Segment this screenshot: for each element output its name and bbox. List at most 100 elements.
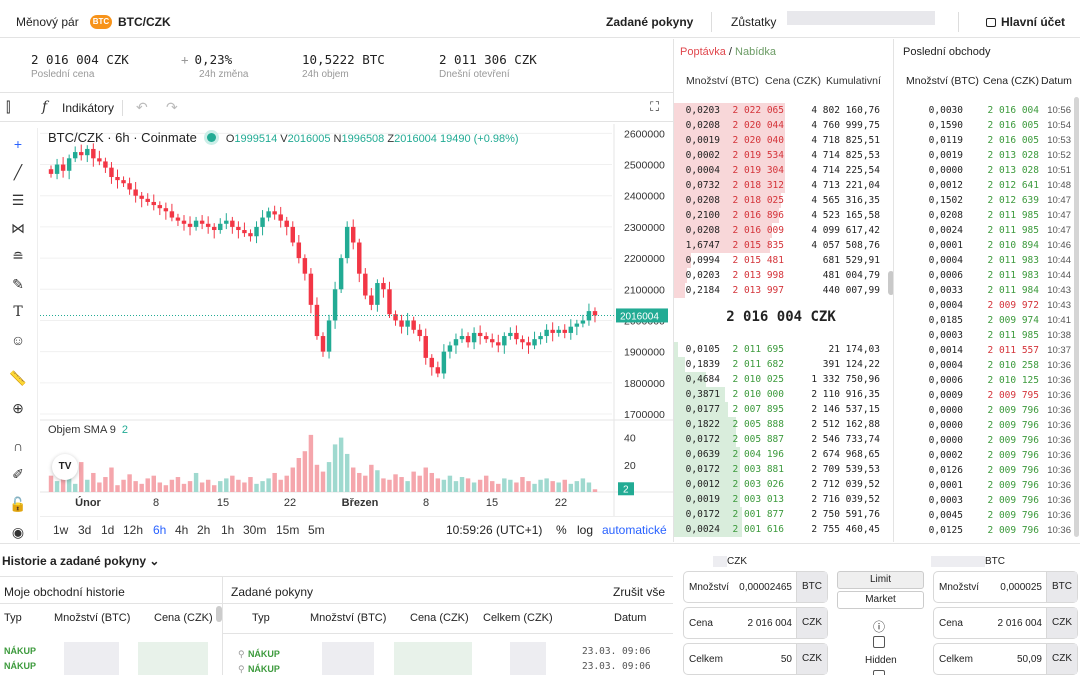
trend-line-icon[interactable]: ╱ xyxy=(8,162,28,182)
trade-row[interactable]: 0,0000 2 013 028 10:51 xyxy=(895,163,1075,178)
tradingview-logo[interactable]: TV xyxy=(52,454,78,480)
bid-row[interactable]: 0,0105 2 011 695 21 174,03 xyxy=(674,342,888,357)
ask-row[interactable]: 0,2100 2 016 896 4 523 165,58 xyxy=(674,208,888,223)
bid-row[interactable]: 0,1839 2 011 682 391 124,22 xyxy=(674,357,888,372)
indicators-button[interactable]: Indikátory xyxy=(62,101,114,115)
lock-icon[interactable]: 🔓 xyxy=(8,494,28,514)
trade-row[interactable]: 0,0012 2 012 641 10:48 xyxy=(895,178,1075,193)
history-dropdown[interactable]: Historie a zadané pokyny ⌄ xyxy=(2,554,159,568)
sell-qty-field[interactable]: Množství 0,000025 BTC xyxy=(933,571,1078,603)
trade-row[interactable]: 0,0045 2 009 796 10:36 xyxy=(895,508,1075,523)
trade-row[interactable]: 0,0014 2 011 557 10:37 xyxy=(895,343,1075,358)
emoji-icon[interactable]: ☺ xyxy=(8,330,28,350)
limit-order-button[interactable]: Limit xyxy=(837,571,924,589)
tf-2h[interactable]: 2h xyxy=(197,523,210,537)
order-row[interactable]: ⚲ NÁKUP xyxy=(238,661,280,675)
sell-price-field[interactable]: Cena 2 016 004 CZK xyxy=(933,607,1078,639)
trade-row[interactable]: 0,0004 2 010 258 10:36 xyxy=(895,358,1075,373)
trade-row[interactable]: 0,1502 2 012 639 10:47 xyxy=(895,193,1075,208)
orders-tab[interactable]: Zadané pokyny xyxy=(606,15,693,29)
bid-row[interactable]: 0,0639 2 004 196 2 674 968,65 xyxy=(674,447,888,462)
bid-row[interactable]: 0,0019 2 003 013 2 716 039,52 xyxy=(674,492,888,507)
fib-icon[interactable]: ≘ xyxy=(8,246,28,266)
bid-row[interactable]: 0,4684 2 010 025 1 332 750,96 xyxy=(674,372,888,387)
buy-price-field[interactable]: Cena 2 016 004 CZK xyxy=(683,607,828,639)
candle-type-icon[interactable]: ⫿ xyxy=(6,99,10,116)
tf-30m[interactable]: 30m xyxy=(243,523,266,537)
trade-row[interactable]: 0,0185 2 009 974 10:41 xyxy=(895,313,1075,328)
ruler-icon[interactable]: 📏 xyxy=(8,368,28,388)
option-checkbox[interactable] xyxy=(873,670,885,675)
trade-row[interactable]: 0,0004 2 009 972 10:43 xyxy=(895,298,1075,313)
trade-row[interactable]: 0,0001 2 009 796 10:36 xyxy=(895,478,1075,493)
indicators-icon[interactable]: f xyxy=(42,99,47,115)
hidden-checkbox[interactable] xyxy=(873,636,885,648)
trade-row[interactable]: 0,0000 2 009 796 10:36 xyxy=(895,403,1075,418)
bid-row[interactable]: 0,3871 2 010 000 2 110 916,35 xyxy=(674,387,888,402)
log-toggle[interactable]: log xyxy=(577,523,593,537)
pattern-icon[interactable]: ⋈ xyxy=(8,218,28,238)
asks-scrollbar[interactable] xyxy=(888,271,893,295)
trade-row[interactable]: 0,0000 2 009 796 10:36 xyxy=(895,418,1075,433)
trade-row[interactable]: 0,0024 2 011 985 10:47 xyxy=(895,223,1075,238)
tf-1h[interactable]: 1h xyxy=(221,523,234,537)
ask-tab[interactable]: Poptávka xyxy=(680,46,726,58)
price-chart[interactable]: 2600000 2500000 2400000 2300000 2200000 21000… xyxy=(40,124,673,540)
lock-drawing-icon[interactable]: ✐ xyxy=(8,464,28,484)
ask-row[interactable]: 0,0208 2 016 009 4 099 617,42 xyxy=(674,223,888,238)
fullscreen-icon[interactable]: ⛶ xyxy=(650,99,659,115)
bid-row[interactable]: 0,0012 2 003 026 2 712 039,52 xyxy=(674,477,888,492)
order-row[interactable]: ⚲ NÁKUP xyxy=(238,646,280,660)
trade-row[interactable]: 0,0126 2 009 796 10:36 xyxy=(895,463,1075,478)
sell-total-field[interactable]: Celkem 50,09 CZK xyxy=(933,643,1078,675)
tf-5m[interactable]: 5m xyxy=(308,523,325,537)
bid-row[interactable]: 0,0024 2 001 616 2 755 460,45 xyxy=(674,522,888,537)
tf-3d[interactable]: 3d xyxy=(78,523,91,537)
bid-row[interactable]: 0,1822 2 005 888 2 512 162,88 xyxy=(674,417,888,432)
ask-row[interactable]: 0,2184 2 013 997 440 007,99 xyxy=(674,283,888,298)
trade-row[interactable]: 0,0033 2 011 984 10:43 xyxy=(895,283,1075,298)
cancel-all-button[interactable]: Zrušit vše xyxy=(613,585,665,599)
trade-row[interactable]: 0,0001 2 010 894 10:46 xyxy=(895,238,1075,253)
zoom-in-icon[interactable]: ⊕ xyxy=(8,398,28,418)
trade-row[interactable]: 0,0009 2 009 795 10:36 xyxy=(895,388,1075,403)
tf-4h[interactable]: 4h xyxy=(175,523,188,537)
account-button[interactable]: Hlavní účet xyxy=(986,15,1065,29)
trade-row[interactable]: 0,0003 2 011 985 10:38 xyxy=(895,328,1075,343)
trade-row[interactable]: 0,0208 2 011 985 10:47 xyxy=(895,208,1075,223)
ask-row[interactable]: 0,0208 2 020 044 4 760 999,75 xyxy=(674,118,888,133)
ask-row[interactable]: 0,0203 2 013 998 481 004,79 xyxy=(674,268,888,283)
tf-1d[interactable]: 1d xyxy=(101,523,114,537)
brush-icon[interactable]: ✎ xyxy=(8,274,28,294)
buy-total-field[interactable]: Celkem 50 CZK xyxy=(683,643,828,675)
pair-selector[interactable]: BTC/CZK xyxy=(118,15,171,29)
ask-row[interactable]: 0,0002 2 019 534 4 714 825,53 xyxy=(674,148,888,163)
buy-qty-field[interactable]: Množství 0,00002465 BTC xyxy=(683,571,828,603)
ask-row[interactable]: 0,0732 2 018 312 4 713 221,04 xyxy=(674,178,888,193)
magnet-icon[interactable]: ∩ xyxy=(8,436,28,456)
crosshair-icon[interactable]: + xyxy=(8,134,28,154)
bid-row[interactable]: 0,0177 2 007 895 2 146 537,15 xyxy=(674,402,888,417)
tf-12h[interactable]: 12h xyxy=(123,523,143,537)
ask-row[interactable]: 0,0203 2 022 065 4 802 160,76 xyxy=(674,103,888,118)
trade-row[interactable]: 0,0125 2 009 796 10:36 xyxy=(895,523,1075,538)
trade-row[interactable]: 0,0003 2 009 796 10:36 xyxy=(895,493,1075,508)
tf-1w[interactable]: 1w xyxy=(53,523,68,537)
ask-row[interactable]: 0,0208 2 018 025 4 565 316,35 xyxy=(674,193,888,208)
eye-icon[interactable]: ◉ xyxy=(8,522,28,542)
ask-row[interactable]: 0,0004 2 019 304 4 714 225,54 xyxy=(674,163,888,178)
bid-row[interactable]: 0,0172 2 001 877 2 750 591,76 xyxy=(674,507,888,522)
tf-6h[interactable]: 6h xyxy=(153,523,166,537)
redo-icon[interactable]: ↷ xyxy=(166,99,178,116)
trade-row[interactable]: 0,0004 2 011 983 10:44 xyxy=(895,253,1075,268)
trade-row[interactable]: 0,0002 2 009 796 10:36 xyxy=(895,448,1075,463)
horizontal-lines-icon[interactable]: ☰ xyxy=(8,190,28,210)
ask-row[interactable]: 0,0019 2 020 040 4 718 825,51 xyxy=(674,133,888,148)
trade-row[interactable]: 0,0119 2 016 005 10:53 xyxy=(895,133,1075,148)
trades-scrollbar[interactable] xyxy=(1074,97,1079,537)
trade-row[interactable]: 0,1590 2 016 005 10:54 xyxy=(895,118,1075,133)
trade-row[interactable]: 0,0006 2 010 125 10:36 xyxy=(895,373,1075,388)
ask-row[interactable]: 1,6747 2 015 835 4 057 508,76 xyxy=(674,238,888,253)
text-icon[interactable]: T xyxy=(8,302,28,322)
market-order-button[interactable]: Market xyxy=(837,591,924,609)
